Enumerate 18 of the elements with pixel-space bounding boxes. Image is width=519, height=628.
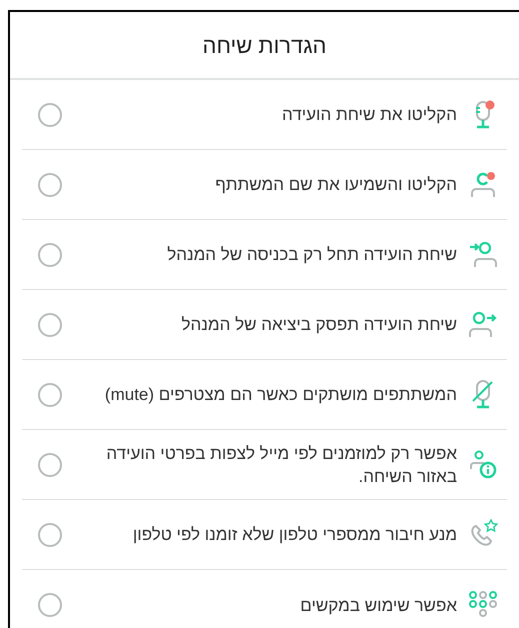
setting-label: שיחת הועידה תפסק ביציאה של המנהל xyxy=(180,314,457,336)
setting-label: הקליטו את שיחת הועידה xyxy=(281,104,457,126)
radio-button[interactable] xyxy=(38,382,62,406)
setting-label: מנע חיבור ממספרי טלפון שלא זומנו לפי טלפון xyxy=(132,524,457,546)
radio-button[interactable] xyxy=(38,242,62,266)
radio-button[interactable] xyxy=(38,522,62,546)
setting-label: שיחת הועידה תחל רק בכניסה של המנהל xyxy=(166,244,457,266)
radio-button[interactable] xyxy=(38,172,62,196)
radio-button[interactable] xyxy=(38,593,62,617)
setting-label: אפשר שימוש במקשים xyxy=(299,594,457,616)
dialog-title: הגדרות שיחה xyxy=(202,32,326,60)
radio-button[interactable] xyxy=(38,312,62,336)
user-info-icon xyxy=(467,448,499,480)
setting-label: המשתתפים מושתקים כאשר הם מצטרפים (mute) xyxy=(104,384,457,406)
setting-label: אפשר רק למוזמנים לפי מייל לצפות בפרטי הועידה באזור השיחה. xyxy=(105,442,457,488)
radio-button[interactable] xyxy=(38,452,62,476)
setting-label: הקליטו והשמיעו את שם המשתתף xyxy=(214,174,457,196)
radio-button[interactable] xyxy=(38,102,62,126)
